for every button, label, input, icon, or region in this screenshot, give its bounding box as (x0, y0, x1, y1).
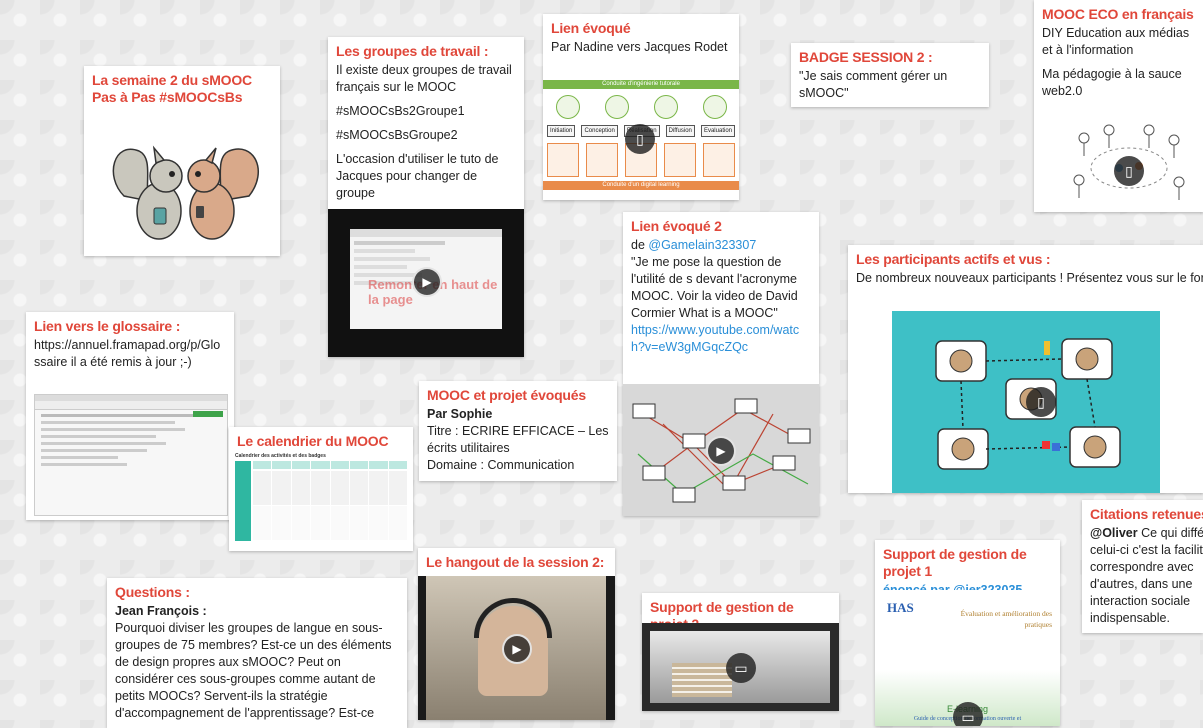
card-participants[interactable]: Les participants actifs et vus : De nomb… (848, 245, 1203, 493)
youtube-link[interactable]: https://www.youtube.com/watch?v=eW3gMGqc… (631, 322, 811, 356)
projet-author: Par Sophie (427, 407, 493, 421)
framapad-screenshot (34, 394, 228, 516)
card-title: MOOC ECO en français (1042, 6, 1194, 22)
card-mooc-eco[interactable]: MOOC ECO en français DIY Education aux m… (1034, 0, 1203, 212)
has-document-cover: HAS Évaluation et amélioration des prati… (875, 590, 1060, 726)
card-title: Citations retenues : (1090, 506, 1203, 522)
questions-text: Pourquoi diviser les groupes de langue e… (115, 621, 392, 720)
citation-author: @Oliver (1090, 526, 1138, 540)
card-semaine[interactable]: La semaine 2 du sMOOC Pas à Pas #sMOOCsB… (84, 66, 280, 256)
projet-domaine: Domaine : Communication (427, 458, 575, 472)
step-label: Initiation (547, 125, 576, 137)
play-icon[interactable]: ▶ (706, 436, 736, 466)
step-label: Conception (581, 125, 618, 137)
document-icon[interactable]: ▯ (1114, 156, 1144, 186)
citation-text: Ce qui différencie celui-ci c'est la fac… (1090, 526, 1203, 625)
questions-author: Jean François : (115, 604, 207, 618)
document-icon[interactable]: ▯ (625, 124, 655, 154)
card-title: Lien vers le glossaire : (34, 318, 181, 334)
calendar-table-image: Calendrier des activités et des badges (235, 453, 407, 547)
card-lien-evoque[interactable]: Lien évoqué Par Nadine vers Jacques Rode… (543, 14, 739, 200)
card-projet[interactable]: MOOC et projet évoqués Par Sophie Titre … (419, 381, 617, 481)
twitter-handle-link[interactable]: @Gamelain323307 (648, 238, 756, 252)
badge-text: "Je sais comment gérer un sMOOC" (799, 69, 948, 100)
participants-illustration: ▯ (892, 311, 1160, 493)
step-label: Evaluation (700, 125, 735, 137)
eco-text-2: Ma pédagogie à la sauce web2.0 (1042, 67, 1182, 98)
video-thumbnail[interactable]: ▶ (418, 576, 615, 720)
card-title: Les participants actifs et vus : (856, 251, 1051, 267)
card-support-2[interactable]: Support de gestion de projet 2 ▭ (642, 593, 839, 711)
squirrels-image (104, 136, 264, 246)
card-calendrier[interactable]: Le calendrier du MOOC Calendrier des act… (229, 427, 413, 551)
card-title: Les groupes de travail : (336, 43, 489, 59)
card-questions[interactable]: Questions : Jean François : Pourquoi div… (107, 578, 407, 728)
lien1-text: Par Nadine vers Jacques Rodet (551, 40, 728, 54)
video-thumbnail[interactable]: Remonter en haut de la page ▶ (328, 209, 524, 357)
play-icon[interactable]: ▶ (412, 267, 442, 297)
card-hangout[interactable]: Le hangout de la session 2: ▶ (418, 548, 615, 720)
card-groupes[interactable]: Les groupes de travail : Il existe deux … (328, 37, 524, 357)
hashtag-groupe1: #sMOOCsBs2Groupe1 (336, 104, 465, 118)
network-illustration: ▯ (1064, 118, 1194, 208)
card-title: La semaine 2 du sMOOC Pas à Pas #sMOOCsB… (92, 72, 252, 105)
card-citations[interactable]: Citations retenues : @Oliver Ce qui diff… (1082, 500, 1203, 633)
projet-titre: Titre : ECRIRE EFFICACE – Les écrits uti… (427, 424, 609, 455)
card-title: Lien évoqué (551, 20, 631, 36)
video-thumbnail[interactable]: ▶ (623, 384, 819, 516)
ingenierie-diagram: Conduite d'ingénierie tutorale Initiatio… (543, 80, 739, 200)
groupes-intro: Il existe deux groupes de travail frança… (336, 63, 512, 94)
card-lien-evoque-2[interactable]: Lien évoqué 2 de @Gamelain323307 "Je me … (623, 212, 819, 516)
has-logo: HAS (887, 600, 914, 615)
card-title: Le calendrier du MOOC (237, 433, 389, 449)
glossaire-text: https://annuel.framapad.org/p/Glossaire … (34, 338, 221, 369)
step-label: Diffusion (665, 125, 695, 137)
eco-text-1: DIY Education aux médias et à l'informat… (1042, 26, 1190, 57)
book-icon[interactable]: ▭ (726, 653, 756, 683)
play-icon[interactable]: ▶ (502, 634, 532, 664)
card-glossaire[interactable]: Lien vers le glossaire : https://annuel.… (26, 312, 234, 520)
card-title: Le hangout de la session 2: (426, 554, 605, 570)
card-title: Lien évoqué 2 (631, 218, 722, 234)
hashtag-groupe2: #sMOOCsBsGroupe2 (336, 128, 458, 142)
groupes-tuto: L'occasion d'utiliser le tuto de Jacques… (336, 152, 499, 200)
card-title: Questions : (115, 584, 190, 600)
book-icon[interactable]: ▭ (953, 702, 983, 726)
card-title: MOOC et projet évoqués (427, 387, 586, 403)
lien2-prefix: de (631, 238, 649, 252)
document-icon[interactable]: ▯ (1026, 387, 1056, 417)
lien2-quote: "Je me pose la question de l'utilité de … (631, 255, 798, 320)
card-support-1[interactable]: Support de gestion de projet 1 énoncé pa… (875, 540, 1060, 726)
card-title: BADGE SESSION 2 : (799, 49, 933, 65)
card-title: Support de gestion de projet 1 (883, 546, 1027, 579)
slide-thumbnail[interactable]: ▭ (642, 623, 839, 711)
participants-text: De nombreux nouveaux participants ! Prés… (856, 271, 1203, 285)
card-badge[interactable]: BADGE SESSION 2 : "Je sais comment gérer… (791, 43, 989, 107)
